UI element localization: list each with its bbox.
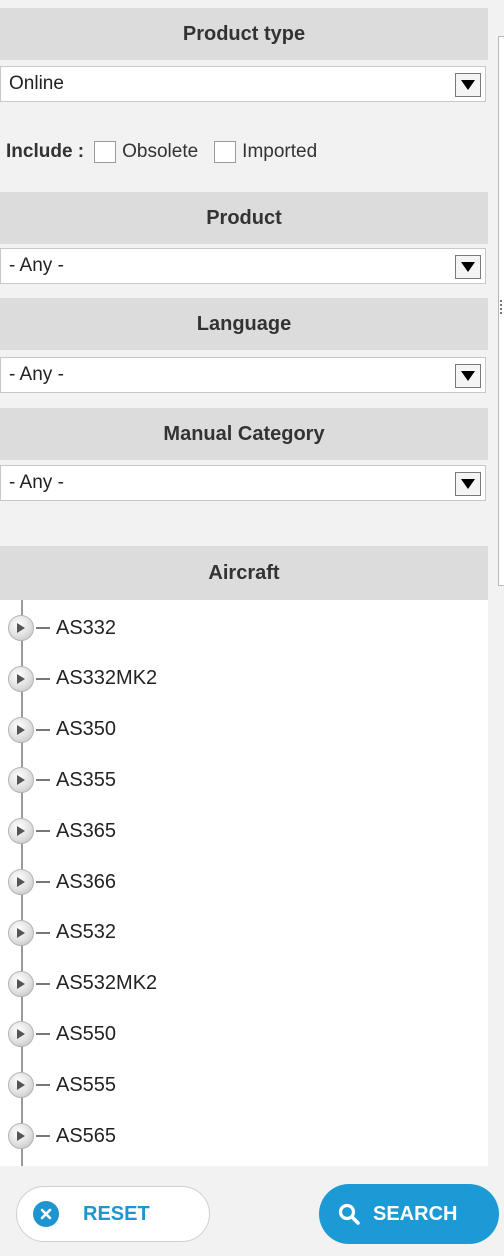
product-type-value: Online [9, 73, 64, 94]
include-row: Include : Obsolete Imported [0, 134, 488, 170]
expand-arrow-icon[interactable] [8, 1123, 34, 1149]
expand-arrow-icon[interactable] [8, 818, 34, 845]
product-value: - Any - [9, 255, 64, 276]
tree-connector-dash [36, 779, 50, 782]
dropdown-arrow-icon[interactable] [455, 472, 481, 496]
obsolete-label: Obsolete [122, 141, 199, 162]
expand-arrow-icon[interactable] [8, 869, 34, 895]
tree-item[interactable]: AS532 [8, 919, 116, 947]
product-select[interactable]: - Any - [0, 248, 486, 284]
search-filter-panel: Product type Online Include : Obsolete I… [0, 0, 504, 1256]
expand-arrow-icon[interactable] [8, 1021, 34, 1048]
tree-connector-dash [36, 728, 50, 731]
tree-item-label[interactable]: AS332 [56, 617, 116, 640]
obsolete-checkbox[interactable] [94, 141, 117, 163]
aircraft-title: Aircraft [208, 561, 280, 584]
search-button[interactable]: SEARCH [319, 1184, 499, 1244]
manual-category-title: Manual Category [163, 422, 325, 445]
tree-connector-dash [36, 677, 50, 680]
expand-arrow-icon[interactable] [8, 665, 34, 692]
manual-category-value: - Any - [9, 472, 64, 493]
tree-item-label[interactable]: AS532 [56, 921, 116, 944]
dropdown-arrow-icon[interactable] [455, 364, 481, 388]
product-title: Product [206, 206, 282, 229]
tree-connector-dash [36, 982, 50, 985]
language-title: Language [196, 312, 292, 335]
tree-connector-dash [36, 830, 50, 833]
expand-arrow-icon[interactable] [8, 767, 34, 794]
magnifier-icon [337, 1202, 361, 1226]
product-header: Product [0, 192, 488, 244]
tree-connector-dash [36, 1084, 50, 1087]
imported-label: Imported [242, 141, 318, 162]
tree-item[interactable]: AS365 [8, 817, 116, 845]
tree-item-label[interactable]: AS365 [56, 820, 116, 843]
tree-item[interactable]: AS565 [8, 1122, 116, 1150]
tree-item-label[interactable]: AS366 [56, 871, 116, 894]
product-type-title: Product type [182, 22, 306, 45]
tree-item[interactable]: AS532MK2 [8, 970, 157, 998]
language-header: Language [0, 298, 488, 350]
expand-arrow-icon[interactable] [8, 970, 34, 997]
splitter-grip-icon[interactable] [500, 300, 503, 314]
imported-option[interactable]: Imported [214, 141, 317, 163]
tree-item[interactable]: AS550 [8, 1020, 116, 1048]
tree-item-label[interactable]: AS565 [56, 1125, 116, 1148]
tree-connector-dash [36, 627, 50, 629]
tree-item-label[interactable]: AS355 [56, 769, 116, 792]
close-circle-icon [33, 1201, 59, 1227]
tree-item-label[interactable]: AS550 [56, 1023, 116, 1046]
include-label: Include : [6, 141, 85, 162]
tree-item[interactable]: AS350 [8, 716, 116, 744]
dropdown-arrow-icon[interactable] [455, 73, 481, 97]
expand-arrow-icon[interactable] [8, 1072, 34, 1099]
search-label: SEARCH [373, 1202, 458, 1225]
tree-item-label[interactable]: AS350 [56, 718, 116, 741]
language-select[interactable]: - Any - [0, 357, 486, 393]
tree-item[interactable]: AS366 [8, 868, 116, 896]
expand-arrow-icon[interactable] [8, 716, 34, 743]
footer: RESET SEARCH [0, 1166, 504, 1256]
obsolete-option[interactable]: Obsolete [94, 141, 198, 163]
expand-arrow-icon[interactable] [8, 615, 34, 641]
reset-button[interactable]: RESET [16, 1186, 210, 1242]
aircraft-header: Aircraft [0, 546, 488, 600]
tree-connector-dash [36, 1033, 50, 1036]
tree-item-label[interactable]: AS555 [56, 1074, 116, 1097]
tree-connector-dash [36, 931, 50, 934]
tree-item-label[interactable]: AS332MK2 [56, 667, 157, 690]
expand-arrow-icon[interactable] [8, 919, 34, 946]
tree-item[interactable]: AS332MK2 [8, 665, 157, 693]
tree-connector-dash [36, 881, 50, 883]
product-type-select[interactable]: Online [0, 66, 486, 102]
dropdown-arrow-icon[interactable] [455, 255, 481, 279]
splitter[interactable] [488, 0, 504, 1166]
manual-category-header: Manual Category [0, 408, 488, 460]
product-type-header: Product type [0, 8, 488, 60]
tree-connector-dash [36, 1135, 50, 1137]
aircraft-tree: AS332 AS332MK2 AS350 AS355 AS365 AS366 AS532 AS… [0, 600, 488, 1166]
manual-category-select[interactable]: - Any - [0, 465, 486, 501]
tree-item[interactable]: AS355 [8, 766, 116, 794]
filter-panel: Product type Online Include : Obsolete I… [0, 0, 488, 1166]
language-value: - Any - [9, 364, 64, 385]
tree-item[interactable]: AS555 [8, 1071, 116, 1099]
tree-item-label[interactable]: AS532MK2 [56, 972, 157, 995]
reset-label: RESET [83, 1202, 150, 1225]
tree-item[interactable]: AS332 [8, 614, 116, 642]
imported-checkbox[interactable] [214, 141, 237, 163]
